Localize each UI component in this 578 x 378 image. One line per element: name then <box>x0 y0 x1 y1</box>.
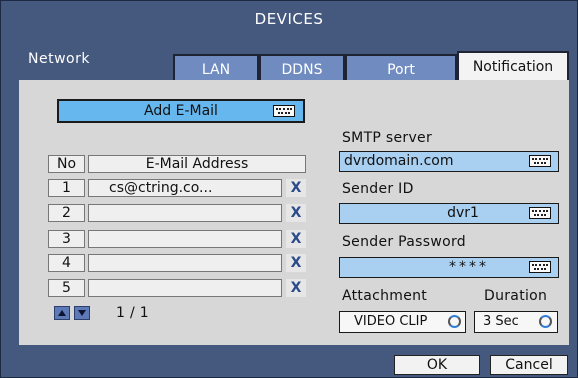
attachment-value: VIDEO CLIP <box>354 314 428 329</box>
remove-email-button[interactable]: X <box>286 254 306 272</box>
email-address-field[interactable] <box>88 230 282 248</box>
row-number: 4 <box>48 254 85 272</box>
email-address-field[interactable] <box>88 279 282 297</box>
tab-ddns[interactable]: DDNS <box>259 54 345 80</box>
section-label: Network <box>28 51 90 67</box>
remove-email-button[interactable]: X <box>286 230 306 248</box>
column-email-address: E-Mail Address <box>88 155 306 173</box>
sender-id-label: Sender ID <box>342 181 414 197</box>
remove-email-button[interactable]: X <box>286 179 306 197</box>
cycle-icon[interactable] <box>539 315 552 328</box>
tab-notification[interactable]: Notification <box>457 51 569 82</box>
remove-email-button[interactable]: X <box>286 279 306 297</box>
arrow-down-icon[interactable] <box>74 306 90 320</box>
arrow-up-icon[interactable] <box>54 306 70 320</box>
keyboard-icon[interactable] <box>529 207 551 219</box>
keyboard-icon[interactable] <box>273 105 295 117</box>
smtp-server-value: dvrdomain.com <box>344 153 454 169</box>
window-title: DEVICES <box>254 10 324 28</box>
email-address-field[interactable] <box>88 204 282 222</box>
page-indicator: 1 / 1 <box>116 305 149 321</box>
row-number: 3 <box>48 230 85 248</box>
row-number: 2 <box>48 204 85 222</box>
tab-lan[interactable]: LAN <box>173 54 259 80</box>
sender-password-value: **** <box>449 259 489 275</box>
attachment-select[interactable]: VIDEO CLIP <box>339 311 466 333</box>
ok-button[interactable]: OK <box>394 355 480 375</box>
duration-value: 3 Sec <box>483 314 519 329</box>
remove-email-button[interactable]: X <box>286 204 306 222</box>
duration-label: Duration <box>484 288 548 304</box>
cycle-icon[interactable] <box>448 315 461 328</box>
column-no: No <box>48 155 85 173</box>
keyboard-icon[interactable] <box>529 261 551 273</box>
devices-window: DEVICES Network LAN DDNS Port Notificati… <box>0 0 578 378</box>
row-number: 5 <box>48 279 85 297</box>
smtp-server-label: SMTP server <box>342 130 433 146</box>
add-email-label: Add E-Mail <box>144 103 218 119</box>
smtp-server-field[interactable]: dvrdomain.com <box>339 151 559 172</box>
email-address-field[interactable]: cs@ctring.co... <box>88 179 282 197</box>
add-email-button[interactable]: Add E-Mail <box>57 99 305 123</box>
sender-password-field[interactable]: **** <box>339 257 559 278</box>
row-number: 1 <box>48 179 85 197</box>
cancel-button[interactable]: Cancel <box>490 355 568 375</box>
sender-id-value: dvr1 <box>447 205 479 221</box>
tab-port[interactable]: Port <box>345 54 457 80</box>
keyboard-icon[interactable] <box>529 155 551 167</box>
sender-password-label: Sender Password <box>342 234 466 250</box>
sender-id-field[interactable]: dvr1 <box>339 203 559 224</box>
attachment-label: Attachment <box>342 288 428 304</box>
email-address-field[interactable] <box>88 254 282 272</box>
